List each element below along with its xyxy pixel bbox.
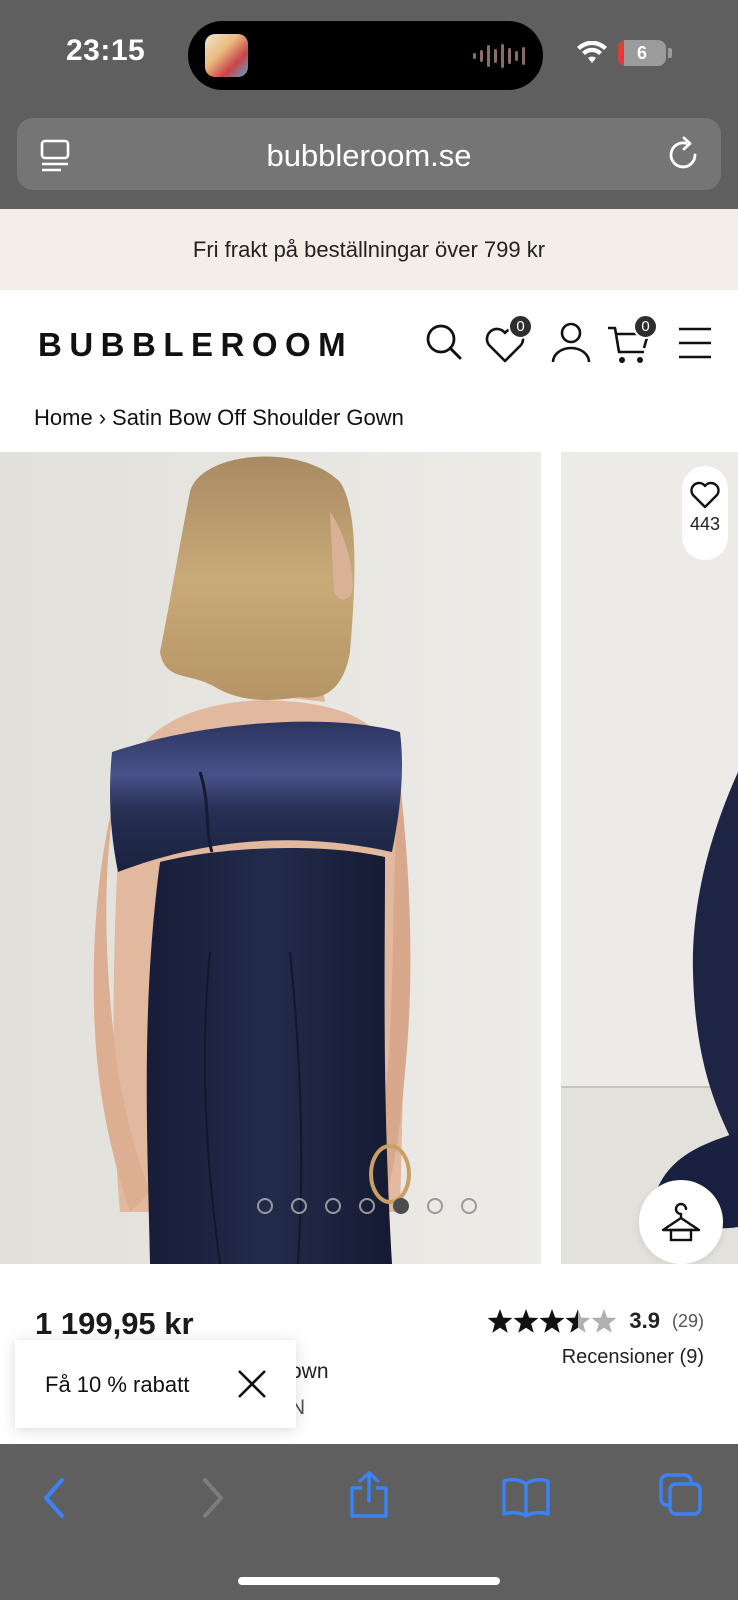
virtual-fitting-button[interactable]: [639, 1180, 723, 1264]
gallery-dot-active[interactable]: [393, 1198, 409, 1214]
back-icon[interactable]: [38, 1476, 70, 1520]
gallery-dot[interactable]: [461, 1198, 477, 1214]
heart-outline-icon: [690, 481, 720, 509]
gallery-wishlist-count: 443: [689, 514, 721, 534]
reload-icon[interactable]: [667, 136, 701, 172]
wifi-icon: [577, 41, 607, 63]
product-rating[interactable]: 3.9 (29): [487, 1307, 704, 1335]
star-icon: [487, 1309, 513, 1333]
breadcrumb-home[interactable]: Home: [34, 405, 93, 430]
share-icon[interactable]: [348, 1470, 390, 1520]
audio-wave-icon: [473, 43, 525, 69]
user-icon[interactable]: [550, 320, 592, 364]
product-image-main[interactable]: [0, 452, 541, 1264]
status-time: 23:15: [66, 34, 146, 67]
site-logo[interactable]: BUBBLEROOM: [38, 326, 353, 364]
cart-count-badge: 0: [633, 314, 658, 339]
forward-icon[interactable]: [197, 1476, 229, 1520]
app-activity-icon: [205, 34, 248, 77]
discount-popup[interactable]: Få 10 % rabatt: [15, 1340, 296, 1428]
gallery-dot[interactable]: [325, 1198, 341, 1214]
wishlist-count-badge: 0: [508, 314, 533, 339]
product-gallery[interactable]: 443: [0, 452, 738, 1264]
product-photo-next: [561, 452, 738, 1264]
bookmarks-icon[interactable]: [501, 1476, 551, 1518]
promo-banner[interactable]: Fri frakt på beställningar över 799 kr: [0, 209, 738, 290]
gallery-dot[interactable]: [257, 1198, 273, 1214]
battery-level: 6: [636, 42, 647, 63]
promo-text: Fri frakt på beställningar över 799 kr: [192, 236, 546, 262]
dynamic-island[interactable]: [188, 21, 543, 90]
gallery-dot[interactable]: [427, 1198, 443, 1214]
product-photo-model: [0, 452, 541, 1264]
product-price: 1 199,95 kr: [35, 1306, 194, 1341]
menu-icon[interactable]: [677, 326, 713, 360]
site-header: BUBBLEROOM 0 0: [0, 290, 738, 395]
gallery-wishlist-button[interactable]: 443: [682, 466, 728, 560]
product-image-next[interactable]: 443: [561, 452, 738, 1264]
search-icon[interactable]: [424, 320, 464, 364]
gallery-dot[interactable]: [359, 1198, 375, 1214]
tabs-icon[interactable]: [658, 1472, 704, 1518]
gallery-pagination: [257, 1198, 477, 1214]
address-bar[interactable]: bubbleroom.se: [17, 118, 721, 190]
star-icon: [539, 1309, 565, 1333]
star-icon: [513, 1309, 539, 1333]
hanger-icon: [661, 1202, 701, 1242]
browser-top-chrome: 23:15 6 bubbleroom.se: [0, 0, 738, 209]
home-indicator[interactable]: [238, 1577, 500, 1585]
breadcrumb-separator: ›: [98, 405, 107, 430]
rating-count: (29): [671, 1310, 704, 1331]
cart-button[interactable]: 0: [606, 314, 662, 370]
star-half-icon: [565, 1309, 591, 1333]
gallery-dot[interactable]: [291, 1198, 307, 1214]
url-text[interactable]: bubbleroom.se: [17, 138, 721, 174]
wishlist-button[interactable]: 0: [484, 314, 534, 370]
battery-icon: 6: [618, 40, 666, 66]
star-empty-icon: [591, 1309, 617, 1333]
reviews-link[interactable]: Recensioner (9): [562, 1346, 704, 1369]
rating-stars: [487, 1309, 617, 1333]
status-indicators: 6: [576, 40, 672, 66]
rating-value: 3.9: [629, 1308, 660, 1333]
discount-text[interactable]: Få 10 % rabatt: [45, 1372, 189, 1398]
close-icon[interactable]: [236, 1368, 268, 1400]
breadcrumb-current: Satin Bow Off Shoulder Gown: [112, 405, 404, 430]
breadcrumb: Home › Satin Bow Off Shoulder Gown: [34, 405, 404, 431]
